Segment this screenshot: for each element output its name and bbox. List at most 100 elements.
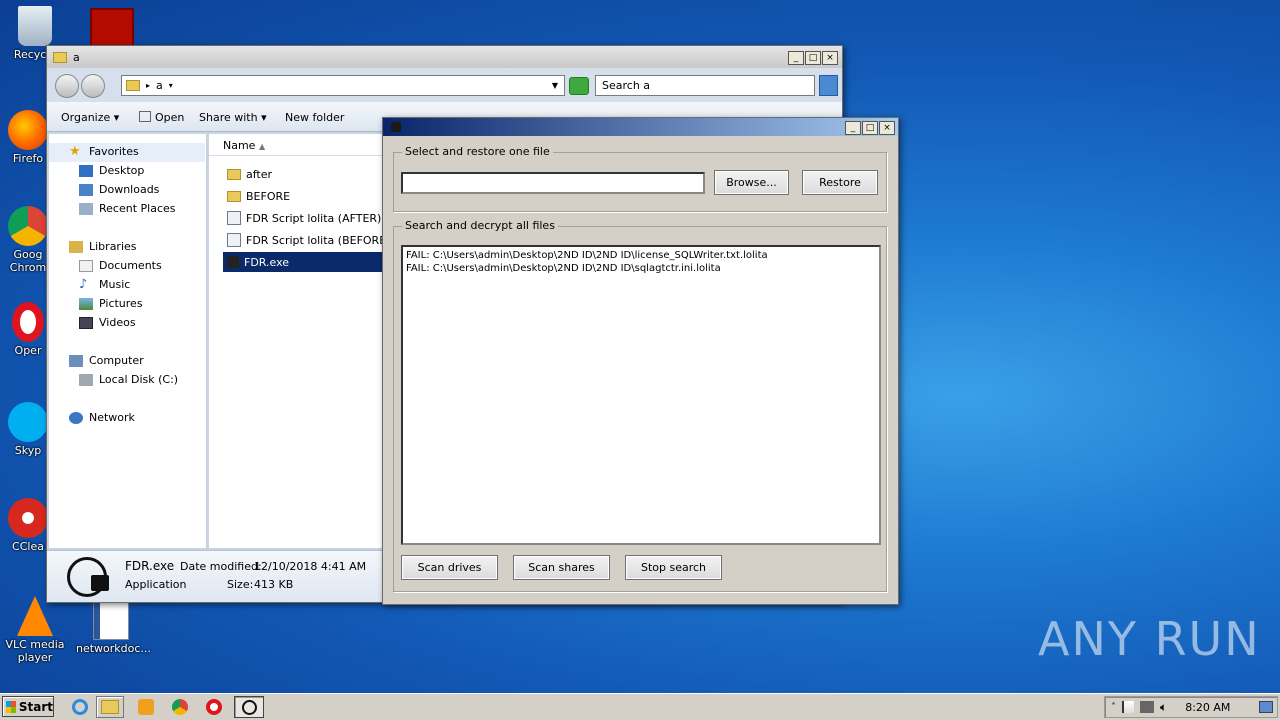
restore-file-input[interactable] (401, 172, 705, 194)
anyrun-watermark: ANY RUN (1038, 612, 1261, 666)
nav-libraries[interactable]: Libraries (69, 240, 137, 253)
search-input[interactable]: Search a (595, 75, 815, 96)
clock[interactable]: 8:20 AM (1185, 701, 1230, 714)
folder-icon (227, 168, 241, 180)
address-bar[interactable]: ▸ a ▾ ▼ (121, 75, 565, 96)
minimize-button[interactable]: _ (788, 50, 804, 65)
nav-local-disk[interactable]: Local Disk (C:) (79, 373, 178, 386)
exe-file-icon (227, 256, 239, 268)
nav-network[interactable]: Network (69, 411, 135, 424)
forward-button[interactable] (81, 74, 105, 98)
browse-button[interactable]: Browse... (714, 170, 789, 195)
taskbar-explorer[interactable] (96, 696, 124, 718)
stop-search-button[interactable]: Stop search (625, 555, 722, 580)
navigation-pane: ★ Favorites Desktop Downloads Recent Plac… (49, 134, 207, 548)
desktop-icon-vlc[interactable]: VLC media player (0, 596, 70, 664)
file-row-selected[interactable]: FDR.exe (223, 252, 383, 272)
new-folder-button[interactable]: New folder (285, 111, 344, 124)
column-header-name[interactable]: Name ▲ (209, 134, 385, 156)
maximize-button[interactable]: □ (805, 50, 821, 65)
log-line: FAIL: C:\Users\admin\Desktop\2ND ID\2ND … (406, 263, 721, 274)
taskbar-fdr[interactable] (234, 696, 264, 718)
network-tray-icon[interactable] (1140, 701, 1154, 713)
start-button[interactable]: Start (2, 696, 54, 717)
organize-button[interactable]: Organize ▾ (61, 111, 119, 124)
folder-icon (227, 190, 241, 202)
dialog-close-button[interactable]: × (879, 120, 895, 135)
file-row[interactable]: FDR Script lolita (BEFORE) - C (223, 230, 383, 250)
search-icon[interactable] (819, 75, 838, 96)
skype-icon (8, 402, 48, 442)
results-log[interactable]: FAIL: C:\Users\admin\Desktop\2ND ID\2ND … (401, 245, 881, 545)
open-button[interactable]: Open (139, 111, 184, 124)
open-icon (139, 111, 151, 122)
flag-icon[interactable] (1122, 701, 1134, 713)
taskbar-chrome[interactable] (166, 696, 194, 718)
nav-favorites[interactable]: ★ Favorites (69, 143, 139, 159)
system-tray: ˄ 🔈︎ 8:20 AM (1104, 696, 1278, 718)
nav-desktop[interactable]: Desktop (79, 164, 144, 177)
show-desktop-button[interactable] (1259, 701, 1273, 713)
videos-icon (79, 316, 93, 329)
share-with-button[interactable]: Share with ▾ (199, 111, 267, 124)
word-document-icon (93, 600, 129, 640)
address-dropdown[interactable]: ▼ (552, 81, 558, 90)
nav-downloads[interactable]: Downloads (79, 183, 159, 196)
taskbar-media-player[interactable] (132, 696, 160, 718)
desktop-icon (79, 164, 93, 177)
nav-pictures[interactable]: Pictures (79, 297, 143, 310)
windows-logo-icon (6, 700, 16, 713)
address-row: ▸ a ▾ ▼ Search a (47, 68, 842, 102)
back-button[interactable] (55, 74, 79, 98)
opera-icon (206, 699, 222, 715)
explorer-title: a (73, 50, 80, 64)
acrobat-icon[interactable] (90, 8, 134, 48)
volume-icon[interactable]: 🔈︎ (1160, 700, 1167, 715)
scan-drives-button[interactable]: Scan drives (401, 555, 498, 580)
chevron-up-icon[interactable]: ˄ (1111, 702, 1116, 713)
restore-one-file-group: Select and restore one file Browse... Re… (393, 145, 887, 212)
sort-arrow-icon: ▲ (258, 142, 266, 151)
scan-shares-button[interactable]: Scan shares (513, 555, 610, 580)
network-icon (69, 411, 83, 424)
star-icon: ★ (69, 143, 81, 159)
downloads-icon (79, 183, 93, 196)
computer-icon (69, 354, 83, 367)
nav-videos[interactable]: Videos (79, 316, 136, 329)
folder-icon (126, 80, 140, 91)
chrome-icon (172, 699, 188, 715)
script-file-icon (227, 211, 241, 225)
local-disk-icon (79, 373, 93, 386)
nav-recent-places[interactable]: Recent Places (79, 202, 176, 215)
address-crumb[interactable]: a (156, 79, 163, 92)
taskbar-opera[interactable] (200, 696, 228, 718)
folder-icon (53, 51, 67, 63)
nav-music[interactable]: ♪ Music (79, 276, 130, 292)
file-row[interactable]: BEFORE (223, 186, 399, 206)
desktop-icon-network-doc[interactable]: networkdoc... (76, 600, 151, 655)
dialog-titlebar[interactable]: _ □ × (383, 118, 898, 136)
script-file-icon (227, 233, 241, 247)
explorer-titlebar[interactable]: a _ □ × (47, 46, 842, 68)
details-file-name: FDR.exe (125, 559, 175, 573)
music-icon: ♪ (79, 276, 88, 292)
folder-icon (101, 700, 119, 714)
details-modified-label: Date modified: (180, 560, 262, 573)
search-group-title: Search and decrypt all files (402, 219, 558, 232)
file-row[interactable]: after (223, 164, 399, 184)
nav-documents[interactable]: Documents (79, 259, 162, 272)
documents-icon (79, 259, 93, 272)
restore-button[interactable]: Restore (802, 170, 878, 195)
globe-lock-icon (241, 699, 257, 715)
details-size-label: Size: (227, 578, 254, 591)
close-button[interactable]: × (822, 50, 838, 65)
nav-computer[interactable]: Computer (69, 354, 144, 367)
pictures-icon (79, 297, 93, 310)
refresh-icon[interactable] (569, 77, 589, 95)
file-row[interactable]: FDR Script lolita (AFTER) - Co (223, 208, 383, 228)
internet-explorer-icon (72, 699, 88, 715)
taskbar-ie[interactable] (66, 696, 94, 718)
dialog-maximize-button[interactable]: □ (862, 120, 878, 135)
dialog-minimize-button[interactable]: _ (845, 120, 861, 135)
log-line: FAIL: C:\Users\admin\Desktop\2ND ID\2ND … (406, 250, 768, 261)
